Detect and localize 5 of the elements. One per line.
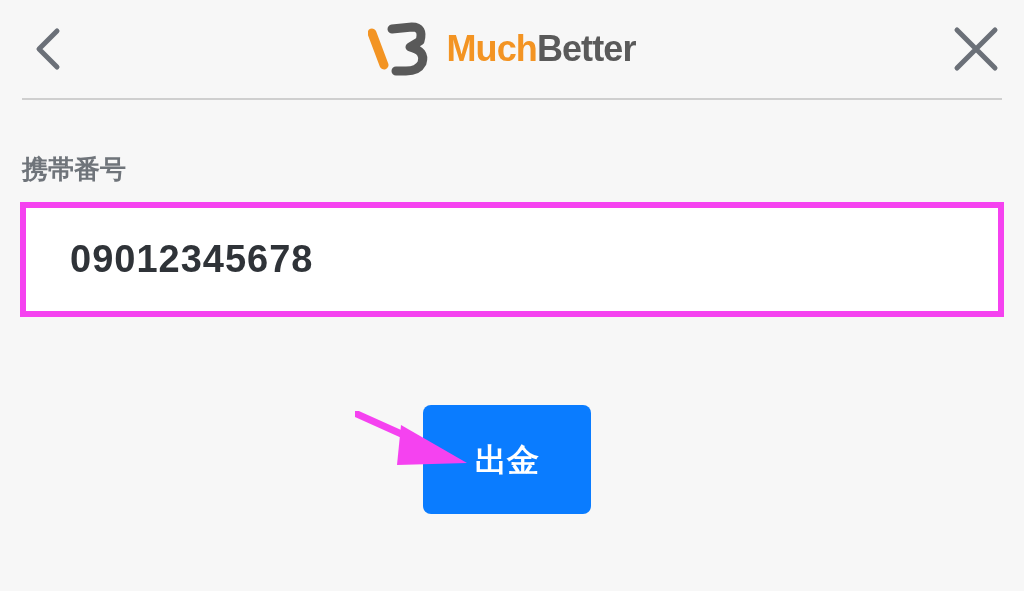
logo-text: MuchBetter	[446, 31, 636, 67]
field-label: 携帯番号	[22, 156, 127, 182]
phone-input-field[interactable]: 09012345678	[20, 202, 1004, 317]
close-icon	[953, 26, 999, 72]
withdraw-button[interactable]: 出金	[423, 405, 591, 514]
